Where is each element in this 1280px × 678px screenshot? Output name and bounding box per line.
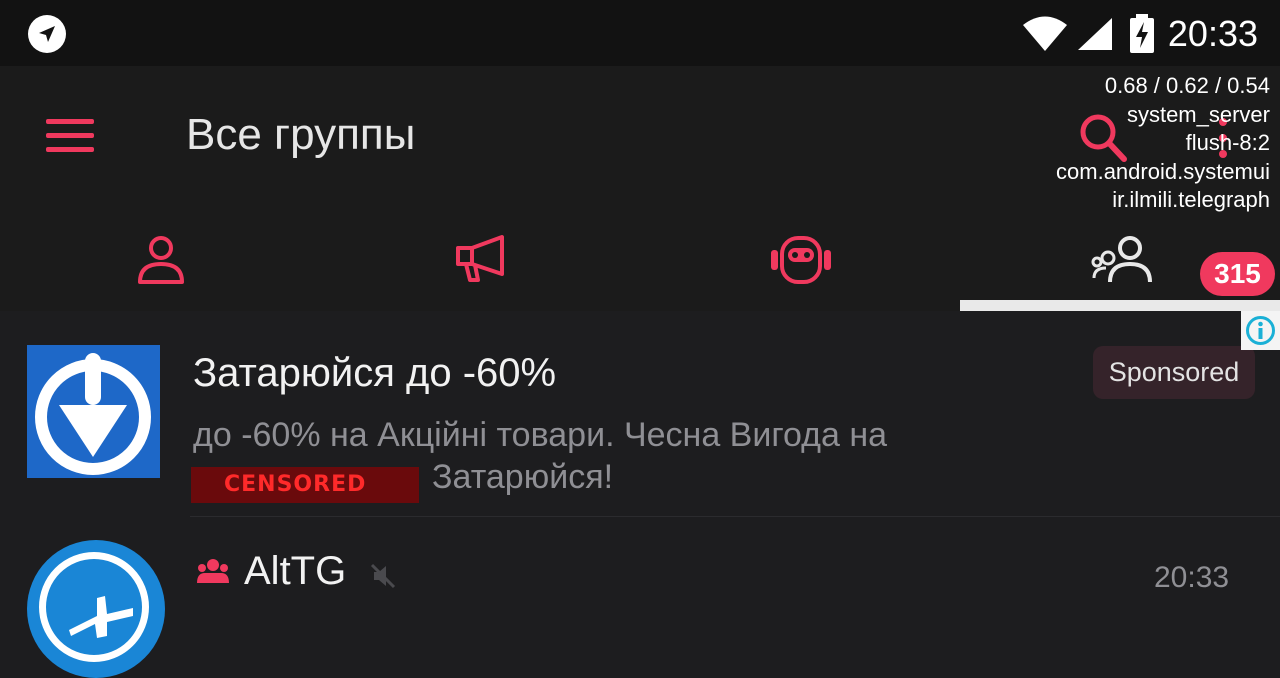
debug-line: flush-8:2 [1185, 130, 1270, 155]
debug-line: 0.68 / 0.62 / 0.54 [1104, 73, 1270, 98]
ad-description-line2: Затарюйся! [432, 458, 614, 496]
sponsored-ad-row[interactable]: Затарюйся до -60% до -60% на Акційні тов… [0, 311, 1280, 516]
debug-overlay: 0.68 / 0.62 / 0.54 system_server flush-8… [1056, 72, 1270, 215]
tab-groups-badge: 315 [1200, 252, 1275, 296]
tab-channels[interactable] [320, 216, 640, 311]
status-bar: 20:33 [0, 0, 1280, 66]
tab-users[interactable] [0, 216, 320, 311]
menu-icon[interactable] [44, 116, 96, 156]
censored-overlay: CENSORED [191, 467, 419, 503]
chat-time: 20:33 [1154, 561, 1230, 594]
chat-list: Затарюйся до -60% до -60% на Акційні тов… [0, 311, 1280, 678]
mute-icon [370, 563, 396, 589]
ad-logo [27, 345, 160, 478]
chat-name: AltTG [244, 549, 347, 593]
megaphone-icon [456, 235, 504, 282]
page-title: Все группы [186, 110, 416, 159]
bot-icon [771, 236, 831, 284]
ad-info-icon[interactable] [1241, 311, 1280, 350]
plane-icon [69, 596, 133, 638]
ad-description: до -60% на Акційні товари. Чесна Вигода … [193, 416, 888, 454]
active-tab-indicator [960, 300, 1280, 311]
status-time: 20:33 [1167, 13, 1258, 54]
navigation-icon [28, 15, 66, 53]
debug-line: com.android.systemui [1056, 158, 1270, 184]
tabs-bar: 315 [0, 216, 1280, 311]
chat-row[interactable]: AltTG 20:33 [0, 517, 1280, 678]
debug-line: ir.ilmili.telegraph [1112, 187, 1270, 212]
battery-charging-icon [1129, 14, 1154, 53]
wifi-icon [1022, 16, 1067, 51]
status-icons: 20:33 [1022, 10, 1258, 58]
user-icon [138, 236, 184, 284]
sponsored-badge[interactable]: Sponsored [1093, 346, 1255, 399]
avatar [27, 540, 165, 678]
ad-title: Затарюйся до -60% [193, 351, 557, 395]
tab-bots[interactable] [640, 216, 960, 311]
cell-signal-icon [1077, 18, 1112, 50]
group-chat-icon [197, 559, 229, 583]
group-icon [1091, 236, 1152, 283]
debug-line: system_server [1126, 101, 1270, 127]
